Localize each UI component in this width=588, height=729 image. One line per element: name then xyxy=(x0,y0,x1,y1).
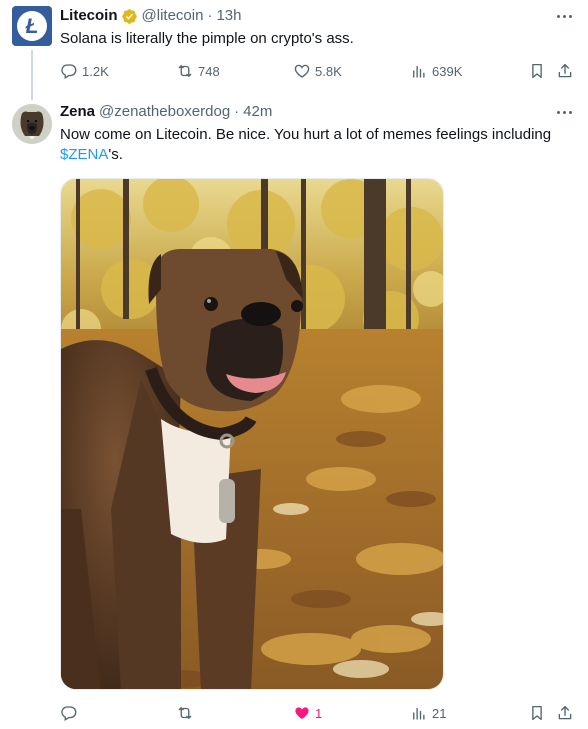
retweet-icon xyxy=(178,707,192,719)
zena-avatar[interactable] xyxy=(12,104,52,144)
reply-button[interactable]: 1.2K xyxy=(60,61,109,81)
boxer-dog-autumn-photo-icon xyxy=(61,179,443,689)
litecoin-avatar[interactable]: Ł xyxy=(12,6,52,46)
verified-badge-icon[interactable] xyxy=(121,8,138,25)
bookmark-button[interactable] xyxy=(528,61,546,81)
like-button[interactable]: 1 xyxy=(293,703,322,723)
tweet-zena[interactable]: Zena @zenatheboxerdog · 42m Now come on … xyxy=(0,96,588,729)
bookmark-icon xyxy=(532,63,542,79)
views-button[interactable]: 639K xyxy=(410,61,462,81)
like-count: 1 xyxy=(315,705,323,721)
display-name[interactable]: Zena xyxy=(60,102,95,122)
tweet-text: Now come on Litecoin. Be nice. You hurt … xyxy=(60,125,576,165)
separator-dot: · xyxy=(207,7,213,24)
retweet-icon xyxy=(178,65,192,77)
views-button[interactable]: 21 xyxy=(410,703,446,723)
tweet-text: Solana is literally the pimple on crypto… xyxy=(60,30,354,47)
retweet-button[interactable] xyxy=(176,703,198,723)
timestamp[interactable]: 42m xyxy=(243,102,272,122)
bookmark-button[interactable] xyxy=(528,703,546,723)
reply-count: 1.2K xyxy=(82,63,109,79)
separator-dot: · xyxy=(234,103,240,120)
like-count: 5.8K xyxy=(315,63,342,79)
tweet-text-end: 's. xyxy=(108,146,123,163)
share-button[interactable] xyxy=(556,61,574,81)
boxer-dog-avatar-icon xyxy=(12,104,52,144)
tweet-photo[interactable] xyxy=(60,178,444,690)
tweet-text-start: Now come on Litecoin. Be nice. You hurt … xyxy=(60,126,552,143)
heart-filled-icon xyxy=(295,707,309,719)
reply-button[interactable] xyxy=(60,703,82,723)
tweet-litecoin[interactable]: Ł Litecoin @litecoin · 13h Solana is lit… xyxy=(0,0,588,100)
cashtag-link[interactable]: $ZENA xyxy=(60,146,108,163)
like-button[interactable]: 5.8K xyxy=(293,61,342,81)
views-count: 21 xyxy=(432,705,447,721)
litecoin-logo-icon: Ł xyxy=(12,6,52,46)
tweet-header: Litecoin @litecoin · 13h xyxy=(60,6,241,26)
share-button[interactable] xyxy=(556,703,574,723)
more-options-icon[interactable] xyxy=(554,102,574,122)
heart-icon xyxy=(294,64,310,78)
tweet-actions: 1.2K 748 5.8K 639K xyxy=(60,61,578,81)
thread-line xyxy=(31,50,33,100)
retweet-button[interactable]: 748 xyxy=(176,61,220,81)
tweet-actions: 1 21 xyxy=(60,703,578,723)
user-handle[interactable]: @litecoin xyxy=(142,6,204,26)
views-count: 639K xyxy=(432,63,463,79)
views-chart-icon xyxy=(413,65,425,78)
share-icon xyxy=(558,705,572,720)
more-options-icon[interactable] xyxy=(554,6,574,26)
user-handle[interactable]: @zenatheboxerdog xyxy=(99,102,230,122)
views-chart-icon xyxy=(413,707,425,720)
reply-icon xyxy=(61,64,77,79)
retweet-count: 748 xyxy=(198,63,220,79)
bookmark-icon xyxy=(532,705,542,721)
svg-text:Ł: Ł xyxy=(25,15,39,38)
timestamp[interactable]: 13h xyxy=(216,6,241,26)
display-name[interactable]: Litecoin xyxy=(60,6,118,26)
share-icon xyxy=(558,63,572,78)
reply-icon xyxy=(61,706,77,721)
tweet-header: Zena @zenatheboxerdog · 42m xyxy=(60,102,272,122)
